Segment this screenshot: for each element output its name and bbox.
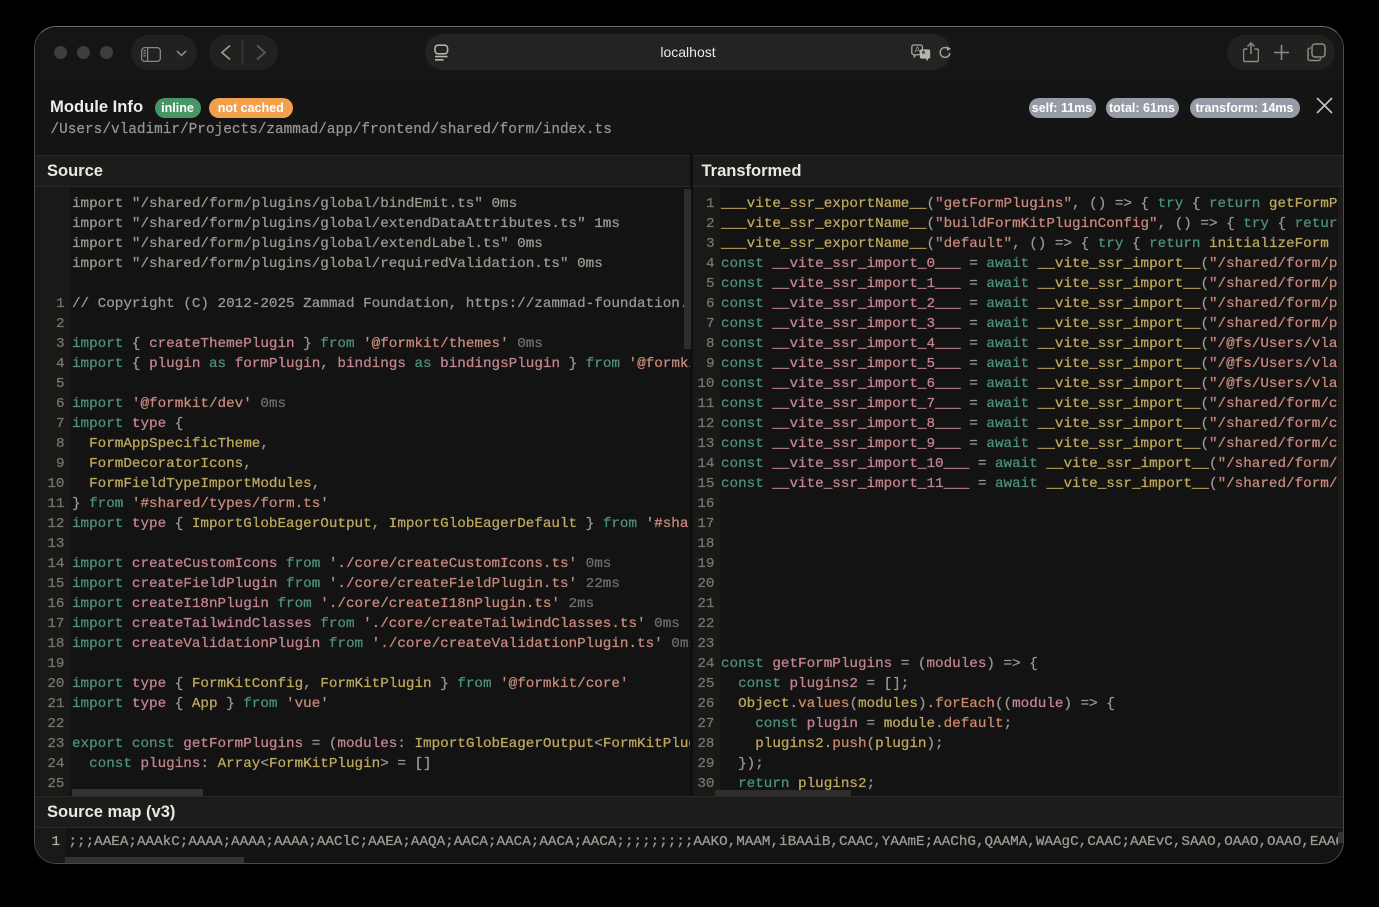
svg-text:*: * bbox=[922, 49, 926, 59]
svg-text:A: A bbox=[915, 45, 921, 55]
